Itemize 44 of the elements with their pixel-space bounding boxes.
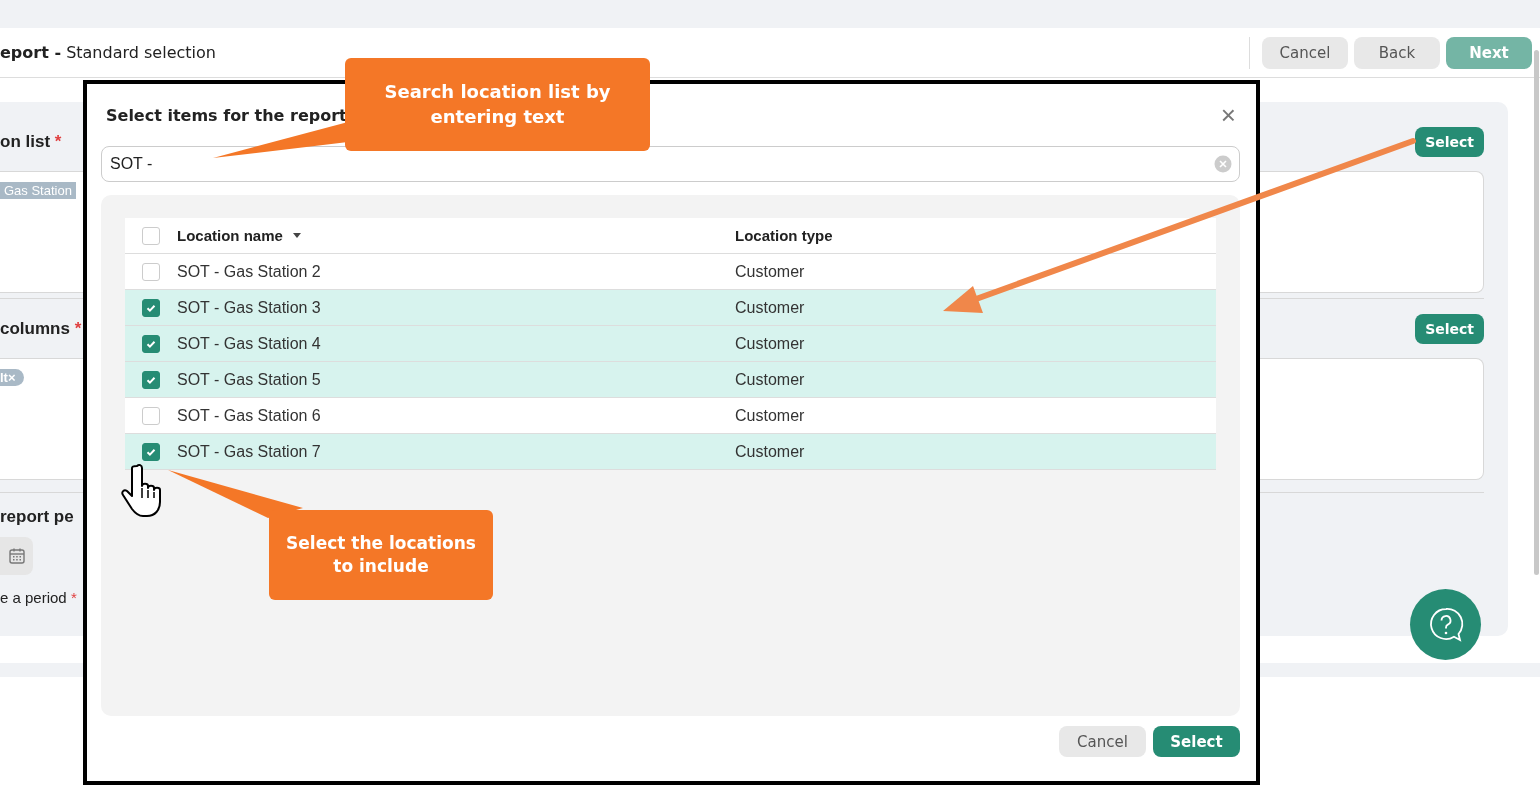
select-button[interactable]: Select: [1415, 314, 1484, 344]
table-cell: SOT - Gas Station 6: [177, 406, 321, 425]
table-cell: Customer: [735, 298, 805, 317]
section-label: on list *: [0, 132, 62, 152]
row-checkbox[interactable]: [142, 298, 160, 317]
header-button[interactable]: Back: [1354, 36, 1440, 69]
table-cell: Customer: [735, 334, 805, 353]
row-checkbox[interactable]: [142, 442, 160, 461]
table-cell: Customer: [735, 262, 805, 281]
column-header[interactable]: Location name: [177, 227, 283, 244]
section-label: columns *: [0, 319, 82, 339]
select-button[interactable]: Select: [1415, 127, 1484, 157]
select-button[interactable]: Select: [1153, 726, 1240, 757]
calendar-button[interactable]: [0, 537, 33, 575]
table-cell: SOT - Gas Station 7: [177, 442, 321, 461]
table-row[interactable]: SOT - Gas Station 5 Customer: [125, 362, 1216, 398]
table-cell: Customer: [735, 406, 805, 425]
table-cell: SOT - Gas Station 4: [177, 334, 321, 353]
section-label: report pe: [0, 507, 74, 527]
select-all-checkbox[interactable]: [142, 226, 160, 245]
close-button[interactable]: ×: [1216, 99, 1240, 131]
row-checkbox[interactable]: [142, 334, 160, 353]
calendar-icon: [7, 547, 26, 565]
row-checkbox[interactable]: [142, 406, 160, 425]
table-cell: SOT - Gas Station 2: [177, 262, 321, 281]
table-row[interactable]: SOT - Gas Station 7 Customer: [125, 434, 1216, 470]
cancel-button[interactable]: Cancel: [1059, 726, 1146, 757]
table-cell: SOT - Gas Station 5: [177, 370, 321, 389]
table-row[interactable]: SOT - Gas Station 4 Customer: [125, 326, 1216, 362]
callout: Select the locations to include: [269, 510, 493, 600]
dialog-title: Select items for the report: [106, 105, 347, 125]
table-cell: SOT - Gas Station 3: [177, 298, 321, 317]
page-title: eport - Standard selection: [0, 43, 216, 62]
table-cell: Customer: [735, 442, 805, 461]
header-button[interactable]: Cancel: [1262, 36, 1348, 69]
sort-caret-icon[interactable]: [292, 233, 301, 238]
column-header[interactable]: Location type: [735, 227, 833, 244]
table-cell: Customer: [735, 370, 805, 389]
table-row[interactable]: SOT - Gas Station 3 Customer: [125, 290, 1216, 326]
callout: Search location list by entering text: [345, 58, 650, 151]
scrollbar[interactable]: [1534, 50, 1539, 575]
row-checkbox[interactable]: [142, 262, 160, 281]
field-label: e a period *: [0, 589, 77, 606]
row-checkbox[interactable]: [142, 370, 160, 389]
